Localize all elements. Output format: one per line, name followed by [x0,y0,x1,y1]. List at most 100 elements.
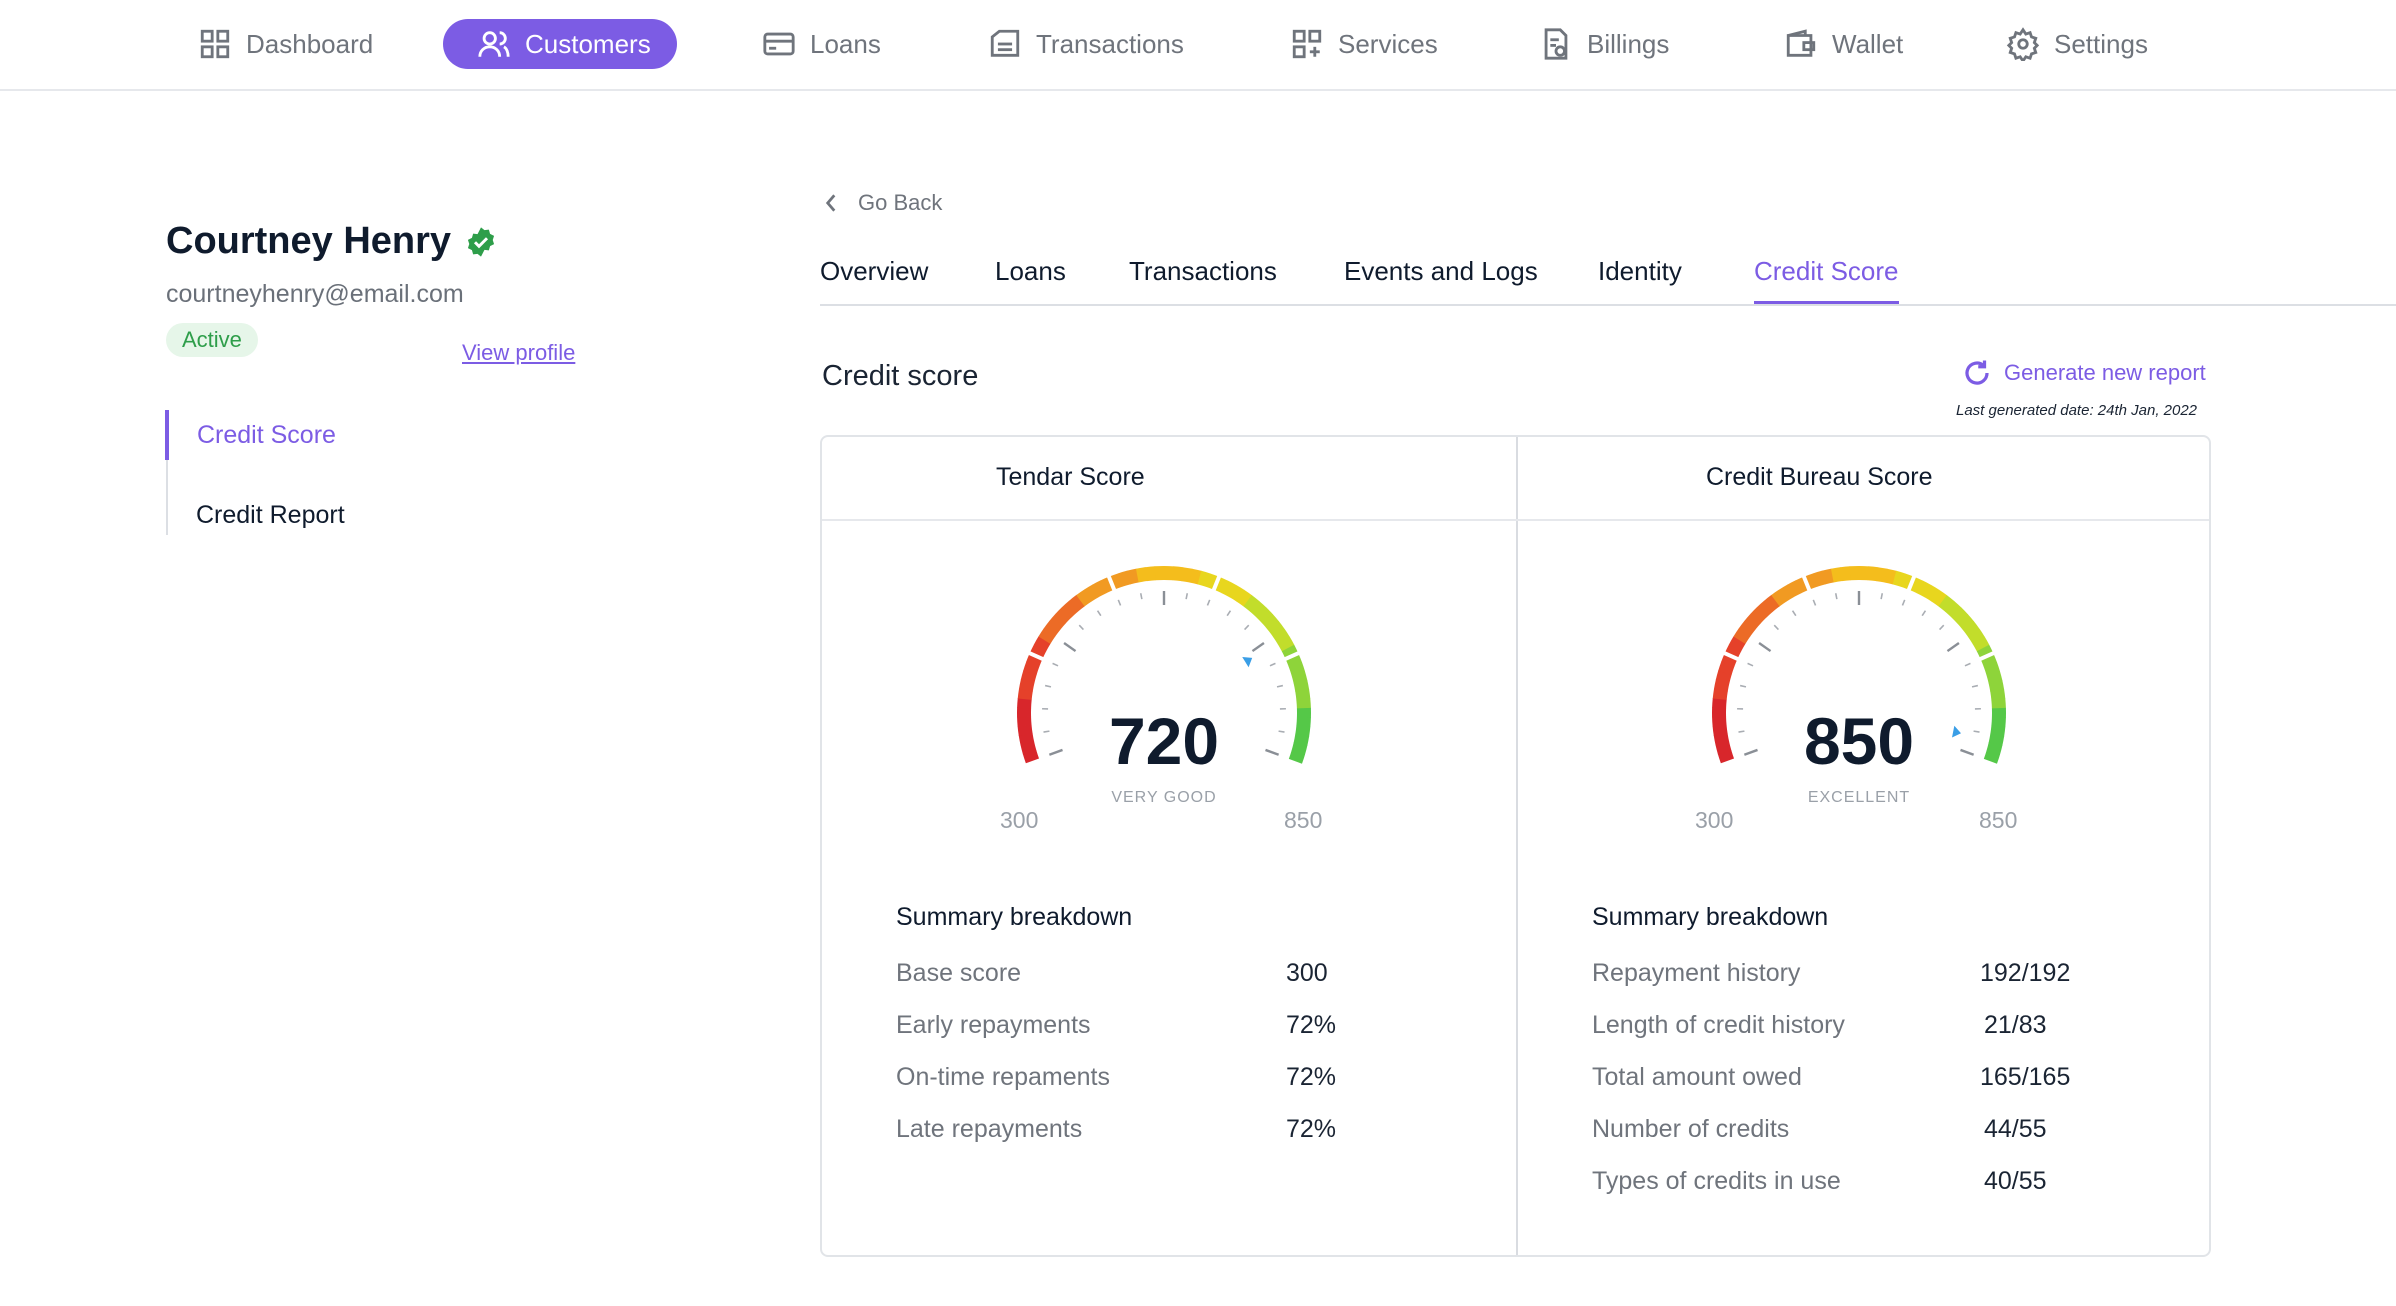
gauge-arc-segment [1840,566,1851,582]
gauge-arc-segment [1972,636,1990,652]
tab-transactions[interactable]: Transactions [1129,256,1277,304]
verified-badge-icon [467,226,495,257]
gauge-arc-segment [1236,589,1253,607]
gauge-arc-segment [1738,620,1756,637]
gauge-arc-segment [1091,580,1107,598]
side-item-credit-score[interactable]: Credit Score [165,410,336,460]
gauge-tick [1139,593,1143,600]
bureau-score-value: 850 [1803,704,1915,778]
receipt-icon [990,29,1020,57]
gauge-arc-segment [1023,661,1040,675]
gauge-arc-segment [1061,600,1079,618]
last-generated-date: Last generated date: 24th Jan, 2022 [1956,402,2198,419]
gauge-tick [1773,624,1779,631]
gauge-arc-segment [1267,621,1285,638]
tab-overview[interactable]: Overview [820,256,928,304]
customer-email: courtneyhenry@email.com [166,280,464,308]
gauge-arc-segment [1916,580,1932,598]
gauge-arc-segment [1295,689,1311,701]
gauge-arc-segment [1812,570,1826,587]
gauge-arc-segment [1756,600,1774,618]
gauge-arc-segment [1715,670,1732,684]
gauge-arc-segment [1763,594,1780,612]
nav-services[interactable]: Services [1290,19,1438,69]
tendar-summary-title: Summary breakdown [896,903,1133,931]
row-label: Types of credits in use [1592,1167,1841,1195]
gauge-tick [1939,624,1945,631]
bill-icon [1544,28,1568,60]
card-icon [763,32,795,56]
row-label: Length of credit history [1592,1011,1845,1039]
gauge-arc-segment [1126,568,1140,585]
gauge-arc-segment [1197,570,1211,587]
go-back-link[interactable]: Go Back [822,190,942,216]
gauge-arc-segment [1043,620,1061,637]
row-value: 72% [1286,1011,1337,1039]
gauge-arc-segment [1733,628,1751,644]
gauge-arc-segment [1083,584,1100,602]
score-card: Tendar Score Credit Bureau Score 720 VER… [820,435,2211,1257]
gauge-tick [1921,610,1927,617]
row-value: 300 [1286,959,1328,987]
tab-loans[interactable]: Loans [995,256,1066,304]
gauge-arc-segment [1033,636,1051,652]
gauge-arc-segment [1055,606,1072,624]
nav-customers-label: Customers [525,28,651,59]
nav-transactions[interactable]: Transactions [988,19,1184,69]
gauge-arc-segment [1291,670,1308,684]
gauge-arc-segment [1931,589,1948,607]
row-value: 72% [1286,1063,1337,1091]
gauge-arc-segment [1875,567,1888,583]
gauge-arc-segment [1713,679,1730,692]
gauge-tick [1834,593,1838,600]
gauge-arc-segment [1778,584,1795,602]
gauge-arc-segment [1990,689,2006,701]
tendar-score-value: 720 [1108,704,1220,778]
gauge-arc-segment [1076,589,1092,607]
customer-name: Courtney Henry [166,220,497,263]
nav-loans-label: Loans [810,28,881,59]
gauge-arc-segment [1750,606,1767,624]
row-value: 21/83 [1984,1011,2047,1039]
nav-dashboard[interactable]: Dashboard [198,19,373,69]
gauge-tick [1791,610,1797,617]
gauge-arc-segment [1867,566,1879,582]
refresh-icon [1965,360,1989,385]
nav-wallet-label: Wallet [1832,28,1904,59]
gauge-tick [1880,593,1884,600]
tab-events-and-logs[interactable]: Events and Logs [1344,256,1538,304]
gauge-arc-segment [1986,670,2003,684]
side-item-credit-report[interactable]: Credit Report [168,495,345,535]
nav-loans[interactable]: Loans [762,19,881,69]
nav-wallet[interactable]: Wallet [1784,19,1903,69]
gauge-tick [1269,662,1276,667]
tab-credit-score[interactable]: Credit Score [1754,256,1899,304]
gauge-tick [1739,684,1747,688]
column-divider [1516,437,1518,1255]
gauge-arc-segment [1221,580,1237,598]
tab-identity[interactable]: Identity [1598,256,1682,304]
view-profile-link[interactable]: View profile [462,340,575,366]
nav-services-label: Services [1338,28,1438,59]
gauge-arc-segment [1988,679,2005,692]
gauge-arc-segment [1288,661,1305,676]
nav-billings[interactable]: Billings [1539,19,1669,69]
gauge-tick [1946,642,1960,653]
row-value: 44/55 [1984,1115,2047,1143]
gauge-arc-segment [1068,594,1085,612]
tendar-score-rating: VERY GOOD [1111,789,1217,806]
status-badge: Active [166,323,258,357]
gauge-tick [1078,624,1084,631]
go-back-label: Go Back [858,190,943,215]
row-label: Base score [896,959,1022,987]
bureau-gauge-max: 850 [1979,807,2018,833]
row-value: 192/192 [1980,959,2071,987]
nav-settings[interactable]: Settings [2006,19,2148,69]
gauge-tick [1117,599,1122,606]
tendar-gauge: 720 VERY GOOD 300 850 [994,563,1334,833]
gauge-arc-segment [1712,688,1728,700]
nav-customers[interactable]: Customers [443,19,677,69]
gauge-arc-segment [1951,607,1968,624]
generate-report-button[interactable]: Generate new report [1962,358,2206,388]
bureau-score-title: Credit Bureau Score [1706,463,1933,491]
